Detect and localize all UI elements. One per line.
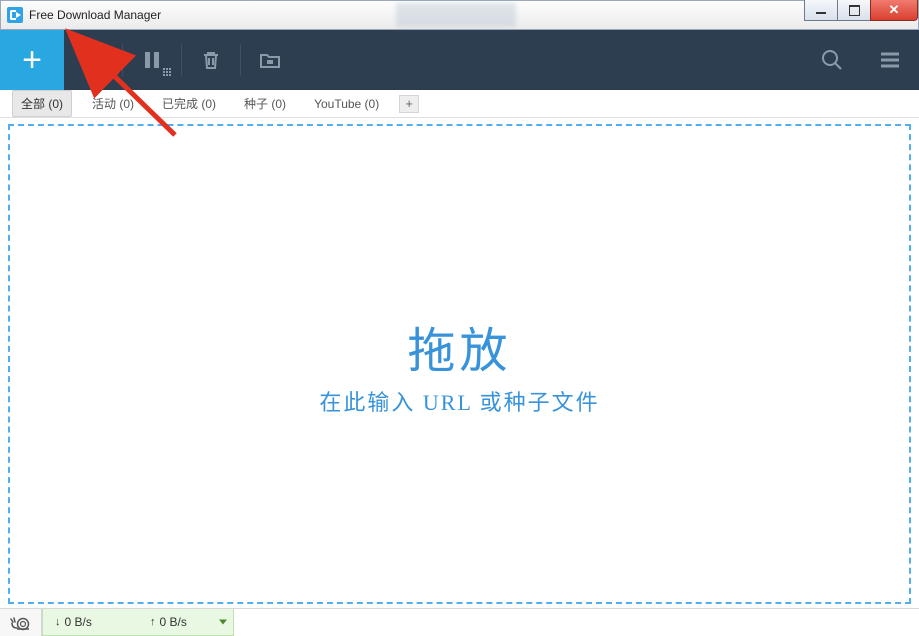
main-toolbar: + bbox=[0, 30, 919, 90]
search-icon bbox=[820, 48, 844, 72]
tab-completed[interactable]: 已完成 (0) bbox=[154, 91, 224, 116]
close-button[interactable]: ✕ bbox=[870, 0, 918, 21]
trash-icon bbox=[200, 49, 222, 71]
arrow-up-icon: ↑ bbox=[150, 616, 156, 628]
status-bar: ↓ 0 B/s ↑ 0 B/s bbox=[0, 608, 919, 636]
speed-limit-button[interactable] bbox=[0, 609, 42, 636]
filter-tabs-row: 全部 (0) 活动 (0) 已完成 (0) 种子 (0) YouTube (0)… bbox=[0, 90, 919, 118]
pause-all-button[interactable] bbox=[123, 30, 181, 90]
window-title: Free Download Manager bbox=[29, 8, 161, 22]
minimize-button[interactable] bbox=[804, 0, 838, 21]
drop-zone[interactable]: 拖放 在此输入 URL 或种子文件 bbox=[8, 124, 911, 604]
grid-dots-icon bbox=[163, 68, 171, 76]
upload-speed-value: 0 B/s bbox=[160, 615, 187, 629]
tab-youtube[interactable]: YouTube (0) bbox=[306, 93, 387, 115]
speed-indicator[interactable]: ↓ 0 B/s ↑ 0 B/s bbox=[42, 609, 234, 636]
snail-icon bbox=[10, 615, 32, 631]
window-titlebar: Free Download Manager ✕ bbox=[0, 0, 919, 30]
delete-button[interactable] bbox=[182, 30, 240, 90]
grid-dots-icon bbox=[104, 68, 112, 76]
maximize-button[interactable] bbox=[837, 0, 871, 21]
tab-active[interactable]: 活动 (0) bbox=[84, 91, 142, 116]
window-controls: ✕ bbox=[805, 0, 918, 21]
drop-subtitle: 在此输入 URL 或种子文件 bbox=[319, 385, 599, 417]
play-icon bbox=[81, 48, 105, 72]
hamburger-icon bbox=[878, 48, 902, 72]
tab-all[interactable]: 全部 (0) bbox=[12, 90, 72, 117]
drop-title: 拖放 bbox=[407, 311, 511, 381]
plus-icon: + bbox=[22, 41, 42, 80]
add-tab-button[interactable]: + bbox=[399, 95, 419, 113]
content-area: 拖放 在此输入 URL 或种子文件 bbox=[0, 118, 919, 608]
menu-button[interactable] bbox=[861, 30, 919, 90]
pause-icon bbox=[141, 49, 163, 71]
search-button[interactable] bbox=[803, 30, 861, 90]
folder-icon bbox=[258, 49, 282, 71]
chevron-down-icon bbox=[219, 620, 227, 625]
arrow-down-icon: ↓ bbox=[55, 616, 61, 628]
start-all-button[interactable] bbox=[64, 30, 122, 90]
add-download-button[interactable]: + bbox=[0, 30, 64, 90]
download-speed: ↓ 0 B/s bbox=[43, 615, 138, 629]
move-to-folder-button[interactable] bbox=[241, 30, 299, 90]
tab-torrents[interactable]: 种子 (0) bbox=[236, 91, 294, 116]
app-icon bbox=[7, 7, 23, 23]
background-window-blur bbox=[396, 3, 516, 27]
download-speed-value: 0 B/s bbox=[65, 615, 92, 629]
